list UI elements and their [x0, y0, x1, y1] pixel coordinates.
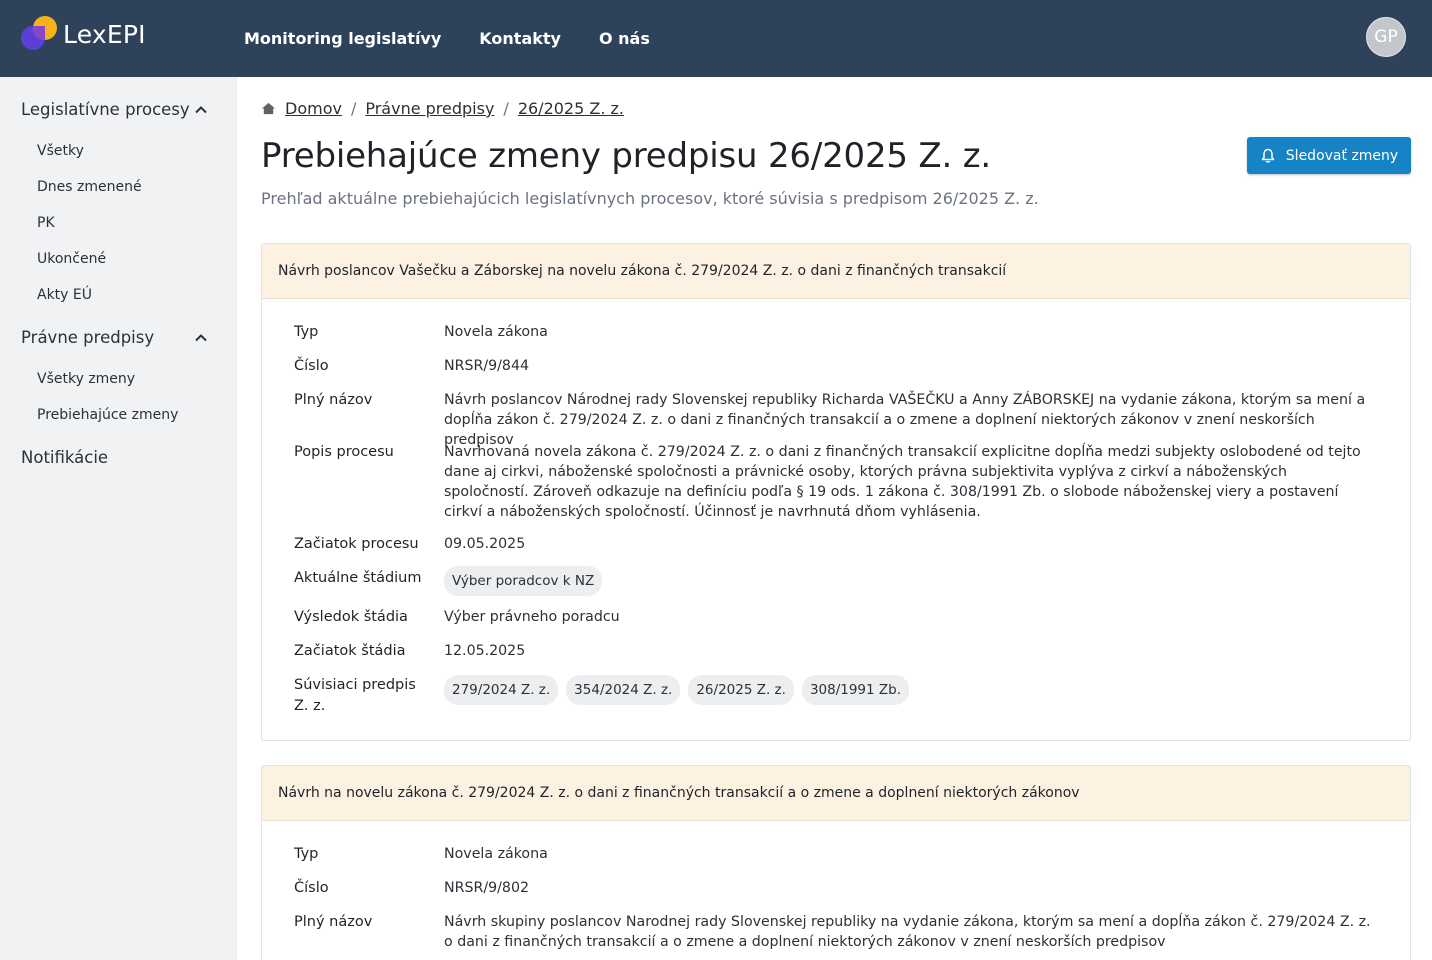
detail-label: Začiatok procesu	[294, 536, 419, 552]
detail-label: Popis procesu	[294, 444, 394, 460]
detail-label: Typ	[294, 846, 319, 862]
breadcrumb-separator: /	[503, 99, 509, 118]
breadcrumb-separator: /	[350, 99, 357, 118]
detail-value: Výber právneho poradcu	[444, 609, 620, 625]
detail-label: Súvisiaci predpis Z. z.	[294, 677, 416, 714]
breadcrumb-pravne-predpisy[interactable]: Právne predpisy	[365, 99, 494, 118]
related-law-chip[interactable]: 279/2024 Z. z.	[444, 675, 559, 705]
detail-value: Navrhovaná novela zákona č. 279/2024 Z. …	[444, 444, 1361, 520]
process-card: Návrh na novelu zákona č. 279/2024 Z. z.…	[261, 765, 1411, 960]
detail-value: Návrh poslancov Národnej rady Slovenskej…	[444, 392, 1366, 448]
chevron-up-icon[interactable]	[194, 331, 208, 345]
stage-chip: Výber poradcov k NZ	[444, 566, 603, 596]
detail-value: 09.05.2025	[444, 536, 526, 552]
sidebar-item-ukoncene[interactable]: Ukončené	[37, 251, 106, 267]
page-subtitle: Prehľad aktuálne prebiehajúcich legislat…	[261, 189, 1039, 208]
home-icon	[261, 102, 276, 115]
detail-value: NRSR/9/802	[444, 880, 530, 896]
sidebar-item-dnes-zmenene[interactable]: Dnes zmenené	[37, 179, 142, 195]
user-avatar[interactable]: GP	[1366, 17, 1406, 57]
chevron-up-icon[interactable]	[194, 103, 208, 117]
follow-changes-label: Sledovať zmeny	[1285, 147, 1399, 164]
nav-kontakty[interactable]: Kontakty	[479, 29, 561, 48]
detail-label: Číslo	[294, 358, 329, 374]
nav-o-nas[interactable]: O nás	[599, 29, 650, 48]
related-laws: 279/2024 Z. z. 354/2024 Z. z. 26/2025 Z. z…	[444, 675, 1374, 705]
bell-icon	[1261, 148, 1275, 163]
process-card-title[interactable]: Návrh poslancov Vašečku a Záborskej na n…	[262, 244, 1410, 299]
app-logo[interactable]: LexEPI	[21, 16, 146, 52]
detail-label: Aktuálne štádium	[294, 570, 422, 586]
detail-label: Plný názov	[294, 392, 373, 408]
sidebar: Legislatívne procesy Všetky Dnes zmenené…	[0, 77, 237, 960]
detail-label: Plný názov	[294, 914, 373, 930]
detail-value: NRSR/9/844	[444, 358, 530, 374]
detail-label: Začiatok štádia	[294, 643, 406, 659]
process-card-title[interactable]: Návrh na novelu zákona č. 279/2024 Z. z.…	[262, 766, 1410, 821]
detail-value: 12.05.2025	[444, 643, 526, 659]
sidebar-group-pravne-predpisy[interactable]: Právne predpisy	[21, 328, 154, 347]
sidebar-item-akty-eu[interactable]: Akty EÚ	[37, 287, 92, 303]
page-title: Prebiehajúce zmeny predpisu 26/2025 Z. z…	[261, 136, 991, 176]
detail-value: Novela zákona	[444, 846, 548, 862]
detail-label: Výsledok štádia	[294, 609, 408, 625]
sidebar-item-pk[interactable]: PK	[37, 215, 55, 231]
app-name: LexEPI	[63, 19, 146, 49]
sidebar-group-notifikacie[interactable]: Notifikácie	[21, 448, 108, 467]
related-law-chip[interactable]: 308/1991 Zb.	[801, 675, 910, 705]
detail-value: Výber poradcov k NZ	[444, 566, 1374, 596]
top-bar: LexEPI Monitoring legislatívy Kontakty O…	[0, 0, 1432, 77]
process-card: Návrh poslancov Vašečku a Záborskej na n…	[261, 243, 1411, 741]
sidebar-group-legislativne-procesy[interactable]: Legislatívne procesy	[21, 100, 190, 119]
related-law-chip[interactable]: 354/2024 Z. z.	[566, 675, 681, 705]
breadcrumb-current[interactable]: 26/2025 Z. z.	[518, 99, 624, 118]
logo-icon	[21, 16, 57, 52]
sidebar-item-vsetky-zmeny[interactable]: Všetky zmeny	[37, 371, 135, 387]
detail-label: Číslo	[294, 880, 329, 896]
related-law-chip[interactable]: 26/2025 Z. z.	[688, 675, 794, 705]
breadcrumb: Domov / Právne predpisy / 26/2025 Z. z.	[261, 99, 624, 118]
sidebar-item-prebiehajuce-zmeny[interactable]: Prebiehajúce zmeny	[37, 407, 178, 423]
breadcrumb-domov[interactable]: Domov	[285, 99, 342, 118]
detail-value: Novela zákona	[444, 324, 548, 340]
detail-label: Typ	[294, 324, 319, 340]
detail-value: Návrh skupiny poslancov Narodnej rady Sl…	[444, 914, 1371, 950]
sidebar-item-vsetky[interactable]: Všetky	[37, 143, 84, 159]
top-nav: Monitoring legislatívy Kontakty O nás	[244, 0, 688, 77]
nav-monitoring[interactable]: Monitoring legislatívy	[244, 29, 441, 48]
follow-changes-button[interactable]: Sledovať zmeny	[1247, 137, 1411, 174]
